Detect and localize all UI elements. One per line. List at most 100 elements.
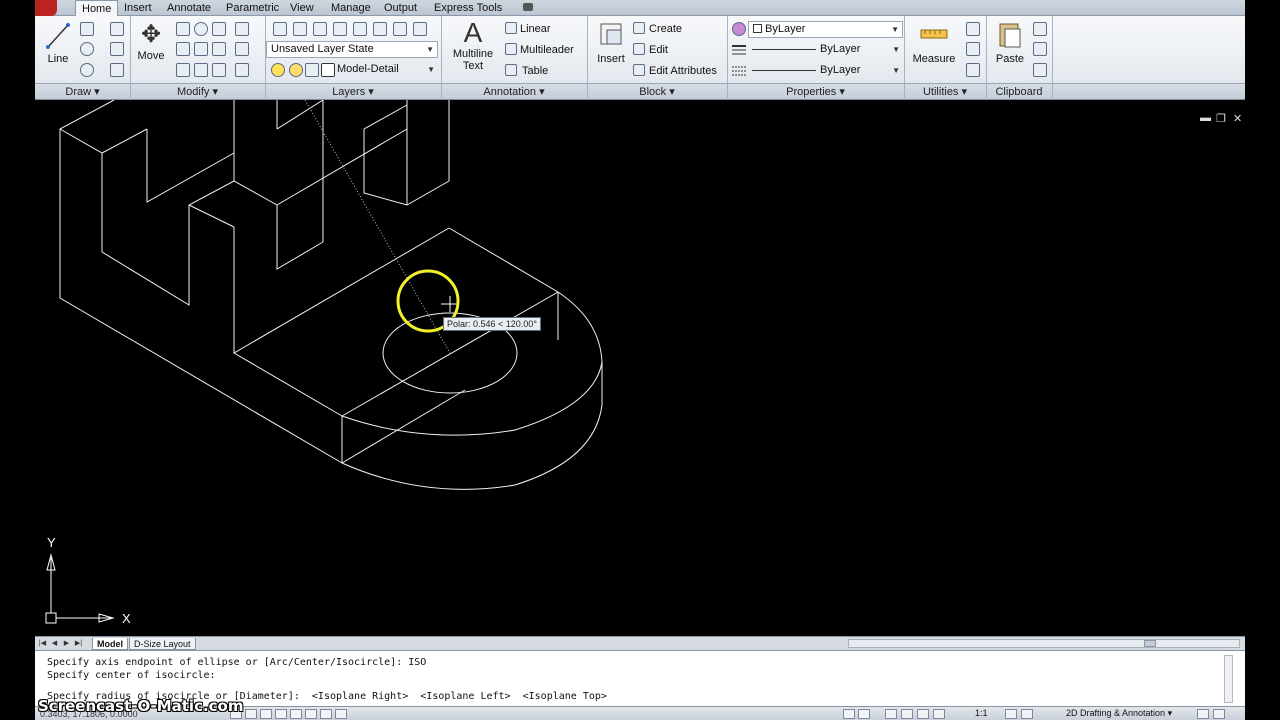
cut-icon[interactable] (1033, 22, 1047, 36)
layer-lock-icon[interactable] (373, 22, 387, 36)
ortho-mode-icon[interactable] (260, 709, 272, 719)
viewport-minimize-icon[interactable]: ▬ (1200, 112, 1211, 124)
hatch-icon[interactable] (110, 63, 124, 77)
lineweight-value: ByLayer (820, 64, 861, 76)
lock-ui-icon[interactable] (1197, 709, 1209, 719)
layer-isolate-icon[interactable] (313, 22, 327, 36)
viewport-restore-icon[interactable]: ❐ (1216, 112, 1226, 125)
panel-annotation[interactable]: Annotation ▾ (441, 84, 587, 100)
linear-button[interactable]: Linear (520, 23, 551, 35)
scrollbar-thumb[interactable] (1144, 640, 1156, 647)
erase-icon[interactable] (176, 63, 190, 77)
panel-utilities[interactable]: Utilities ▾ (904, 84, 986, 100)
current-layer-dropdown[interactable]: Model-Detail ▼ (333, 62, 438, 79)
tab-parametric[interactable]: Parametric (220, 0, 285, 16)
multiline-text-button[interactable]: A Multiline Text (450, 18, 496, 73)
tab-d-size-layout[interactable]: D-Size Layout (129, 638, 196, 650)
match-properties-icon[interactable] (1033, 63, 1047, 77)
create-block-button[interactable]: Create (649, 23, 682, 35)
drawing-canvas[interactable]: Y X (35, 100, 1245, 636)
tab-output[interactable]: Output (378, 0, 423, 16)
layer-freeze-icon[interactable] (293, 22, 307, 36)
lineweight-dropdown[interactable]: ByLayer ▼ (748, 63, 903, 80)
mirror-icon[interactable] (176, 42, 190, 56)
horizontal-scrollbar[interactable] (848, 639, 1240, 648)
tab-manage[interactable]: Manage (325, 0, 377, 16)
application-menu-button[interactable] (35, 0, 57, 16)
tab-express-tools[interactable]: Express Tools (428, 0, 508, 16)
object-snap-tracking-icon[interactable] (305, 709, 317, 719)
copy-clip-icon[interactable] (1033, 42, 1047, 56)
auto-scale-icon[interactable] (1021, 709, 1033, 719)
dynamic-input-icon[interactable] (320, 709, 332, 719)
point-style-icon[interactable] (966, 42, 980, 56)
quick-properties-icon[interactable] (335, 709, 347, 719)
prev-layout-icon[interactable]: ◀ (50, 639, 59, 649)
layer-properties-icon[interactable] (273, 22, 287, 36)
annotation-scale[interactable]: 1:1 (975, 708, 988, 718)
tab-annotate[interactable]: Annotate (161, 0, 217, 16)
quick-select-icon[interactable] (966, 22, 980, 36)
annotation-visibility-icon[interactable] (1005, 709, 1017, 719)
rotate-icon[interactable] (194, 22, 208, 36)
linetype-dropdown[interactable]: ByLayer ▼ (748, 42, 903, 59)
extend-icon[interactable] (235, 22, 249, 36)
ellipse-icon[interactable] (80, 63, 94, 77)
layer-unlock-icon[interactable] (393, 22, 407, 36)
move-button[interactable]: ✥ Move (135, 20, 167, 62)
layer-walk-icon[interactable] (413, 22, 427, 36)
insert-block-button[interactable]: Insert (593, 20, 629, 65)
panel-modify[interactable]: Modify ▾ (130, 84, 265, 100)
first-layout-icon[interactable]: |◀ (38, 639, 47, 649)
scale-icon[interactable] (194, 63, 208, 77)
quick-view-icon[interactable] (858, 709, 870, 719)
clean-screen-icon[interactable] (1213, 709, 1225, 719)
panel-properties[interactable]: Properties ▾ (727, 84, 904, 100)
grid-display-icon[interactable] (245, 709, 257, 719)
fillet-icon[interactable] (194, 42, 208, 56)
line-button[interactable]: Line (43, 20, 73, 65)
workspace-switcher[interactable]: 2D Drafting & Annotation ▾ (1066, 708, 1172, 719)
offset-icon[interactable] (235, 63, 249, 77)
trim-icon[interactable] (212, 22, 226, 36)
array-icon[interactable] (212, 63, 226, 77)
object-snap-icon[interactable] (290, 709, 302, 719)
polyline-icon[interactable] (80, 22, 94, 36)
zoom-icon[interactable] (901, 709, 913, 719)
layer-off-icon[interactable] (353, 22, 367, 36)
viewport-close-icon[interactable]: ✕ (1233, 112, 1242, 125)
polar-tracking-icon[interactable] (275, 709, 287, 719)
tab-model[interactable]: Model (92, 638, 128, 650)
tab-view[interactable]: View (284, 0, 320, 16)
stretch-icon[interactable] (212, 42, 226, 56)
pan-icon[interactable] (885, 709, 897, 719)
layer-match-icon[interactable] (333, 22, 347, 36)
ribbon-minimize-icon[interactable] (523, 3, 533, 11)
layer-state-dropdown[interactable]: Unsaved Layer State ▼ (266, 41, 438, 58)
panel-block[interactable]: Block ▾ (587, 84, 727, 100)
showmotion-icon[interactable] (933, 709, 945, 719)
steering-wheel-icon[interactable] (917, 709, 929, 719)
paste-button[interactable]: Paste (993, 20, 1027, 65)
calculator-icon[interactable] (966, 63, 980, 77)
rectangle-icon[interactable] (110, 42, 124, 56)
panel-clipboard[interactable]: Clipboard (986, 84, 1052, 100)
command-scrollbar[interactable] (1224, 655, 1233, 703)
panel-layers[interactable]: Layers ▾ (265, 84, 441, 100)
edit-block-button[interactable]: Edit (649, 44, 668, 56)
copy-icon[interactable] (176, 22, 190, 36)
last-layout-icon[interactable]: ▶| (74, 639, 83, 649)
explode-icon[interactable] (235, 42, 249, 56)
color-dropdown[interactable]: ByLayer ▼ (748, 21, 903, 38)
tab-home[interactable]: Home (75, 0, 119, 17)
undo-icon[interactable] (110, 22, 124, 36)
model-space-icon[interactable] (843, 709, 855, 719)
measure-button[interactable]: Measure (912, 20, 956, 65)
circle-icon[interactable] (80, 42, 94, 56)
panel-draw[interactable]: Draw ▾ (35, 84, 130, 100)
tab-insert[interactable]: Insert (118, 0, 158, 16)
next-layout-icon[interactable]: ▶ (62, 639, 71, 649)
table-button[interactable]: Table (522, 65, 548, 77)
multileader-button[interactable]: Multileader (520, 44, 574, 56)
edit-attributes-button[interactable]: Edit Attributes (649, 65, 717, 77)
